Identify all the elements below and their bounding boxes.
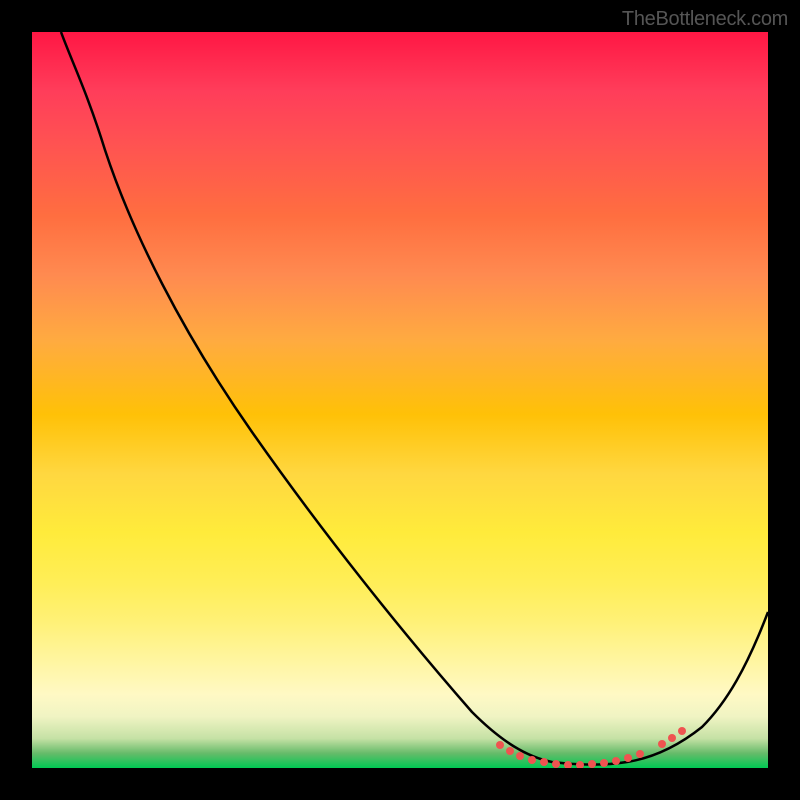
chart-svg [32,32,768,768]
optimal-region-dots [496,727,686,768]
chart-container: TheBottleneck.com [0,0,800,800]
watermark-text: TheBottleneck.com [622,8,788,31]
main-curve-line [61,32,768,765]
plot-area [32,32,768,768]
